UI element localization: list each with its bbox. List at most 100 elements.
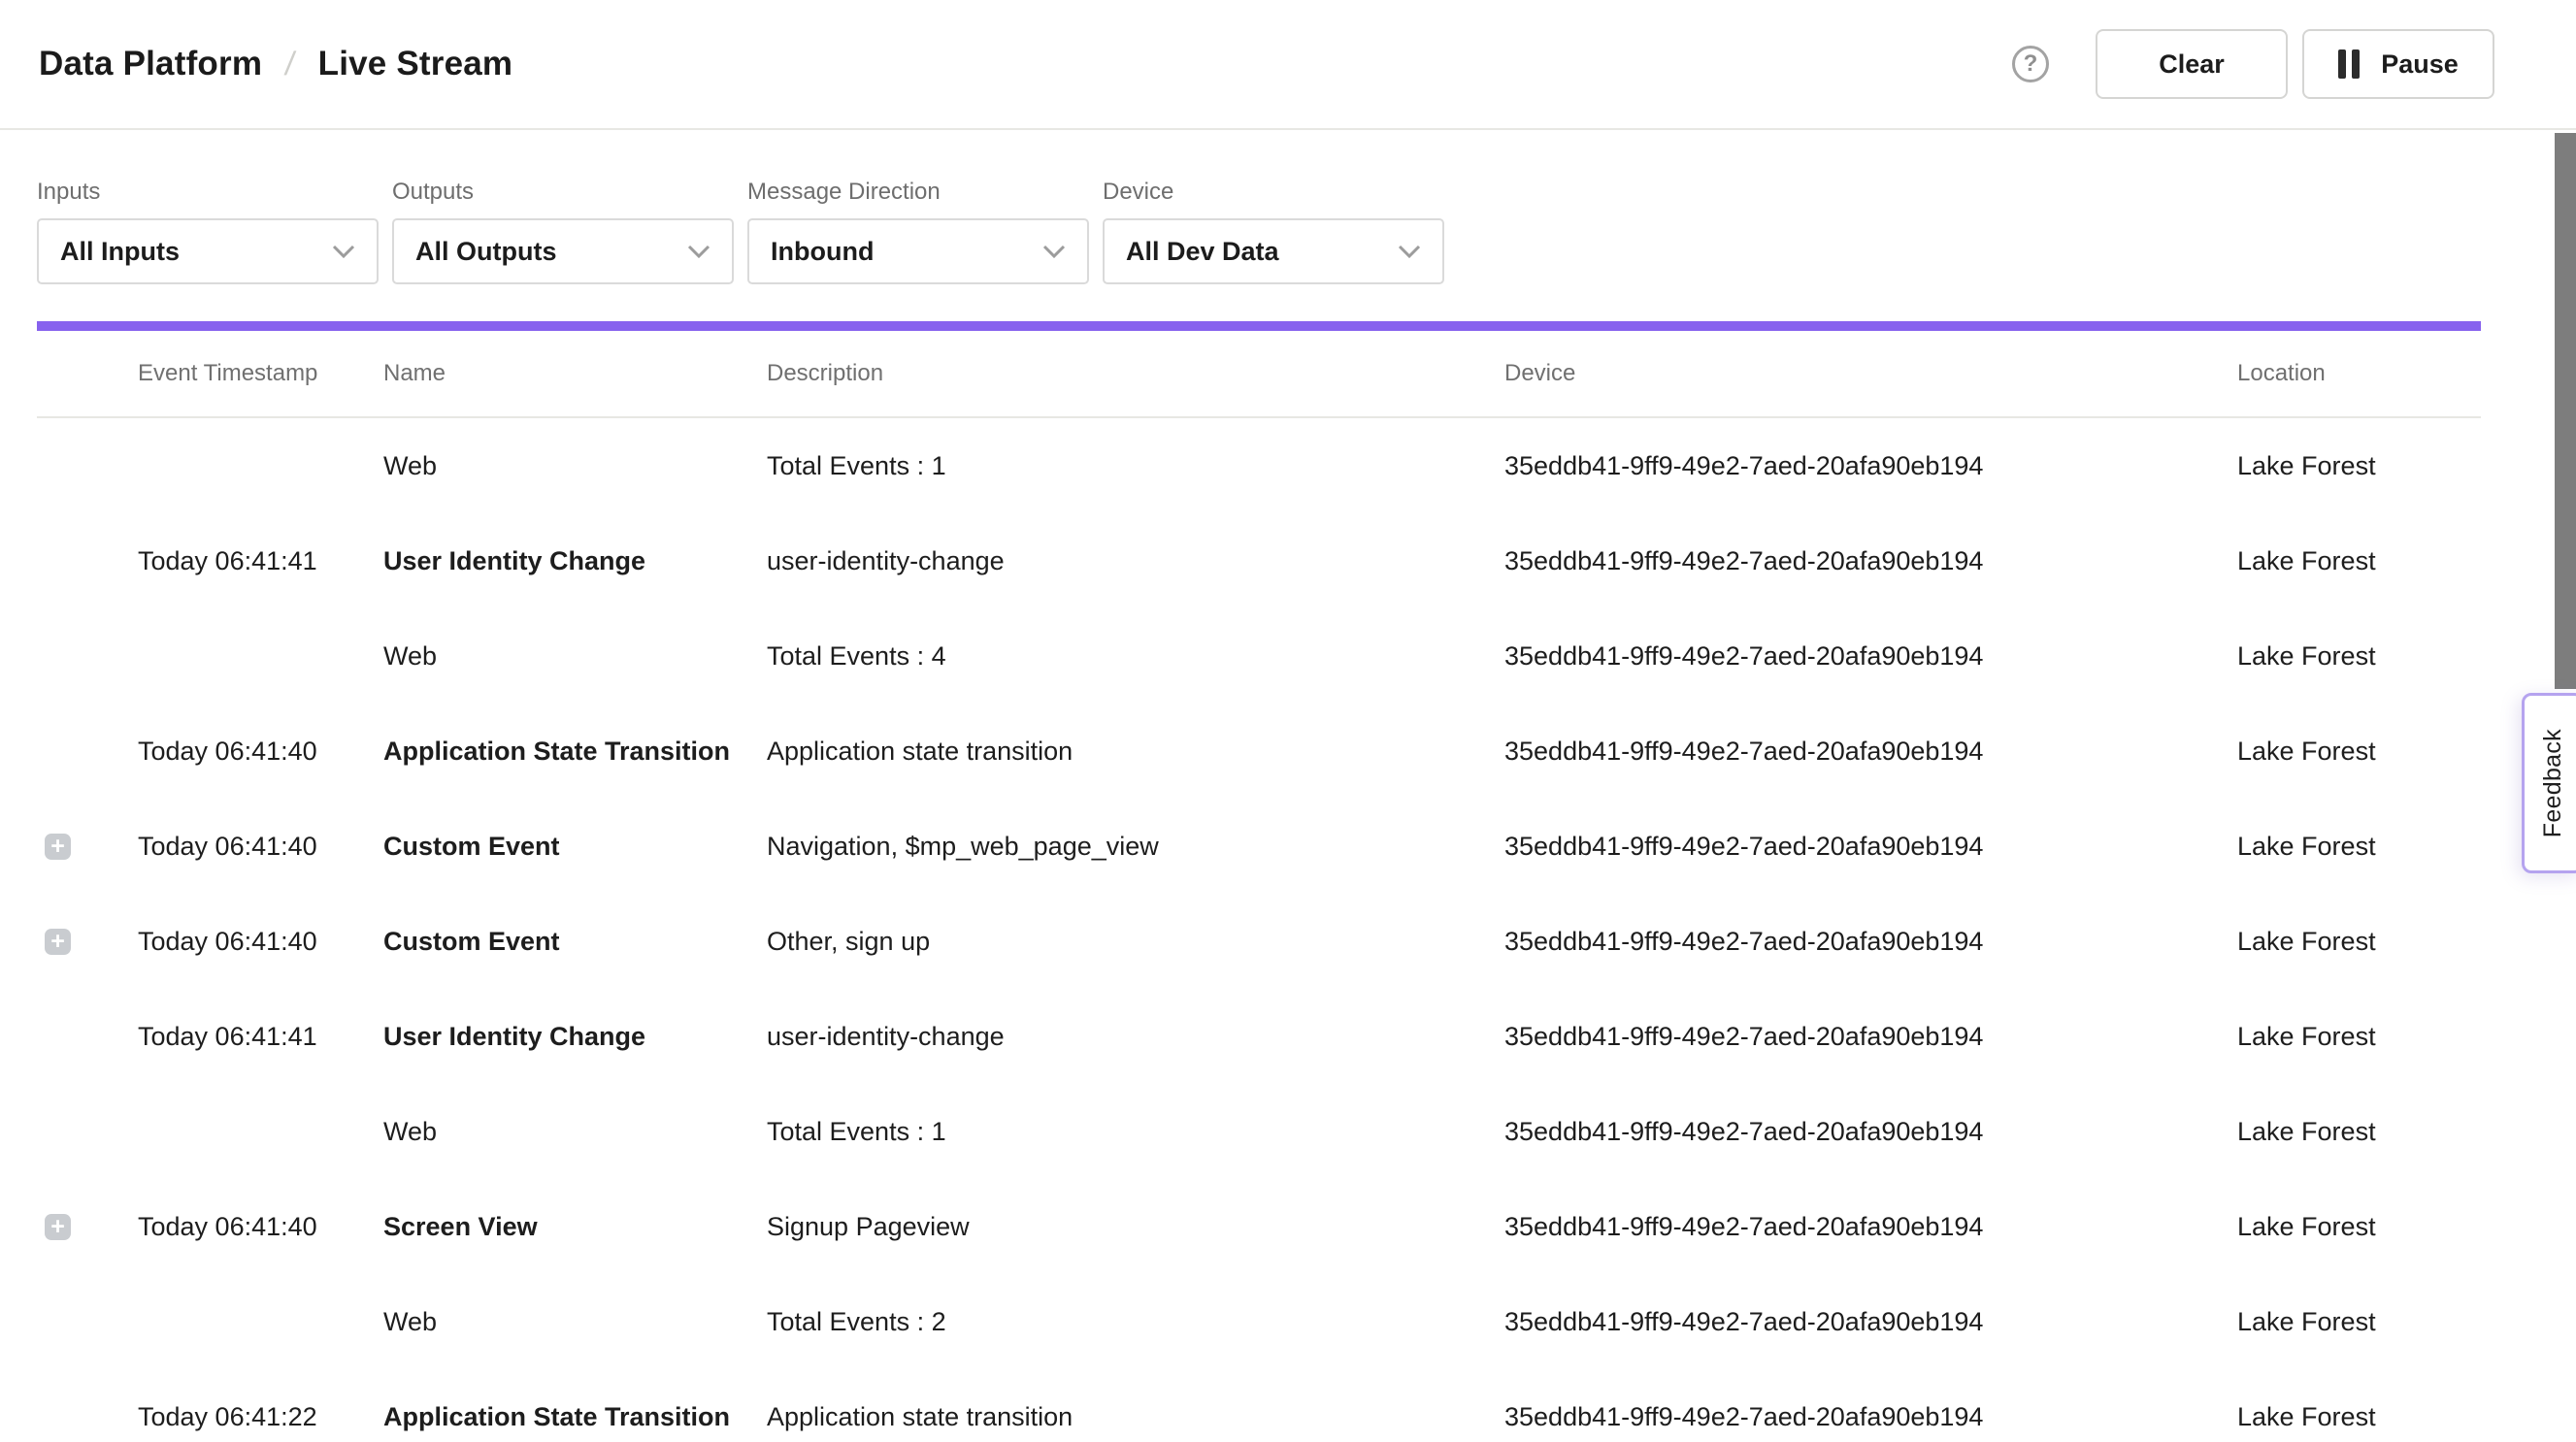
cell-name: User Identity Change <box>383 546 767 576</box>
cell-location: Lake Forest <box>2237 927 2481 957</box>
outputs-select[interactable]: All Outputs <box>392 218 734 284</box>
chevron-down-icon <box>687 245 710 259</box>
scrollbar-thumb[interactable] <box>2555 133 2576 689</box>
cell-name: User Identity Change <box>383 1022 767 1052</box>
cell-name: Application State Transition <box>383 737 767 767</box>
table-body: + Web Total Events : 1 35eddb41-9ff9-49e… <box>37 418 2481 1442</box>
filter-device-label: Device <box>1103 179 1444 206</box>
table-row[interactable]: + Today 06:41:22 Application State Trans… <box>37 1369 2481 1442</box>
cell-device: 35eddb41-9ff9-49e2-7aed-20afa90eb194 <box>1504 927 2237 957</box>
table-row[interactable]: + Today 06:41:40 Custom Event Other, sig… <box>37 894 2481 989</box>
cell-device: 35eddb41-9ff9-49e2-7aed-20afa90eb194 <box>1504 832 2237 862</box>
cell-location: Lake Forest <box>2237 451 2481 481</box>
cell-device: 35eddb41-9ff9-49e2-7aed-20afa90eb194 <box>1504 641 2237 672</box>
breadcrumb-item-data-platform[interactable]: Data Platform <box>39 45 262 83</box>
cell-name: Web <box>383 1117 767 1147</box>
cell-device: 35eddb41-9ff9-49e2-7aed-20afa90eb194 <box>1504 1022 2237 1052</box>
feedback-tab[interactable]: Feedback <box>2522 693 2576 873</box>
cell-name: Web <box>383 641 767 672</box>
cell-device: 35eddb41-9ff9-49e2-7aed-20afa90eb194 <box>1504 451 2237 481</box>
cell-location: Lake Forest <box>2237 1307 2481 1337</box>
cell-location: Lake Forest <box>2237 1117 2481 1147</box>
cell-location: Lake Forest <box>2237 1402 2481 1432</box>
breadcrumb-item-live-stream: Live Stream <box>318 45 513 83</box>
cell-description: user-identity-change <box>767 546 1504 576</box>
header-device: Device <box>1504 360 2237 387</box>
device-select-value: All Dev Data <box>1126 237 1279 267</box>
expand-plus-icon[interactable]: + <box>45 834 71 860</box>
outputs-select-value: All Outputs <box>415 237 556 267</box>
cell-description: Signup Pageview <box>767 1212 1504 1242</box>
filter-outputs-label: Outputs <box>392 179 734 206</box>
table-header-row: Event Timestamp Name Description Device … <box>37 331 2481 418</box>
expand-plus-icon[interactable]: + <box>45 929 71 955</box>
cell-description: Application state transition <box>767 1402 1504 1432</box>
cell-description: user-identity-change <box>767 1022 1504 1052</box>
cell-name: Web <box>383 1307 767 1337</box>
filter-inputs-label: Inputs <box>37 179 379 206</box>
cell-location: Lake Forest <box>2237 641 2481 672</box>
clear-button[interactable]: Clear <box>2096 29 2288 99</box>
cell-timestamp: Today 06:41:22 <box>138 1402 383 1432</box>
message-direction-select-value: Inbound <box>771 237 874 267</box>
chevron-down-icon <box>1398 245 1421 259</box>
cell-device: 35eddb41-9ff9-49e2-7aed-20afa90eb194 <box>1504 1117 2237 1147</box>
cell-timestamp: Today 06:41:41 <box>138 1022 383 1052</box>
pause-button[interactable]: Pause <box>2302 29 2494 99</box>
cell-timestamp: Today 06:41:40 <box>138 737 383 767</box>
message-direction-select[interactable]: Inbound <box>747 218 1089 284</box>
filter-bar: Inputs All Inputs Outputs All Outputs Me… <box>0 130 2576 284</box>
cell-location: Lake Forest <box>2237 1022 2481 1052</box>
table-row[interactable]: + Web Total Events : 2 35eddb41-9ff9-49e… <box>37 1274 2481 1369</box>
cell-description: Total Events : 1 <box>767 451 1504 481</box>
table-row[interactable]: + Today 06:41:41 User Identity Change us… <box>37 513 2481 608</box>
filter-message-direction-label: Message Direction <box>747 179 1089 206</box>
inputs-select-value: All Inputs <box>60 237 180 267</box>
events-table: Event Timestamp Name Description Device … <box>37 331 2481 1442</box>
cell-device: 35eddb41-9ff9-49e2-7aed-20afa90eb194 <box>1504 1402 2237 1432</box>
help-icon[interactable]: ? <box>2012 46 2049 82</box>
cell-location: Lake Forest <box>2237 832 2481 862</box>
accent-bar <box>37 321 2481 331</box>
pause-icon <box>2338 49 2360 79</box>
filter-device: Device All Dev Data <box>1103 179 1444 284</box>
table-row[interactable]: + Today 06:41:40 Custom Event Navigation… <box>37 799 2481 894</box>
filter-inputs: Inputs All Inputs <box>37 179 379 284</box>
filter-message-direction: Message Direction Inbound <box>747 179 1089 284</box>
inputs-select[interactable]: All Inputs <box>37 218 379 284</box>
cell-name: Custom Event <box>383 832 767 862</box>
cell-name: Custom Event <box>383 927 767 957</box>
cell-description: Total Events : 4 <box>767 641 1504 672</box>
cell-device: 35eddb41-9ff9-49e2-7aed-20afa90eb194 <box>1504 546 2237 576</box>
feedback-tab-label: Feedback <box>2539 729 2567 837</box>
cell-location: Lake Forest <box>2237 737 2481 767</box>
cell-name: Web <box>383 451 767 481</box>
table-row[interactable]: + Web Total Events : 4 35eddb41-9ff9-49e… <box>37 608 2481 704</box>
cell-description: Total Events : 2 <box>767 1307 1504 1337</box>
cell-device: 35eddb41-9ff9-49e2-7aed-20afa90eb194 <box>1504 737 2237 767</box>
device-select[interactable]: All Dev Data <box>1103 218 1444 284</box>
header-name: Name <box>383 360 767 387</box>
cell-location: Lake Forest <box>2237 546 2481 576</box>
cell-timestamp: Today 06:41:40 <box>138 832 383 862</box>
table-row[interactable]: + Web Total Events : 1 35eddb41-9ff9-49e… <box>37 418 2481 513</box>
header-description: Description <box>767 360 1504 387</box>
top-bar: Data Platform / Live Stream ? Clear Paus… <box>0 0 2576 130</box>
table-row[interactable]: + Today 06:41:40 Screen View Signup Page… <box>37 1179 2481 1274</box>
cell-name: Application State Transition <box>383 1402 767 1432</box>
cell-description: Navigation, $mp_web_page_view <box>767 832 1504 862</box>
header-location: Location <box>2237 360 2481 387</box>
cell-timestamp: Today 06:41:40 <box>138 1212 383 1242</box>
expand-plus-icon[interactable]: + <box>45 1214 71 1240</box>
table-row[interactable]: + Today 06:41:40 Application State Trans… <box>37 704 2481 799</box>
table-row[interactable]: + Today 06:41:41 User Identity Change us… <box>37 989 2481 1084</box>
clear-button-label: Clear <box>2159 49 2225 80</box>
cell-description: Other, sign up <box>767 927 1504 957</box>
cell-device: 35eddb41-9ff9-49e2-7aed-20afa90eb194 <box>1504 1307 2237 1337</box>
cell-description: Total Events : 1 <box>767 1117 1504 1147</box>
cell-location: Lake Forest <box>2237 1212 2481 1242</box>
table-row[interactable]: + Web Total Events : 1 35eddb41-9ff9-49e… <box>37 1084 2481 1179</box>
header-event-timestamp: Event Timestamp <box>138 360 383 387</box>
chevron-down-icon <box>1042 245 1066 259</box>
filter-outputs: Outputs All Outputs <box>392 179 734 284</box>
